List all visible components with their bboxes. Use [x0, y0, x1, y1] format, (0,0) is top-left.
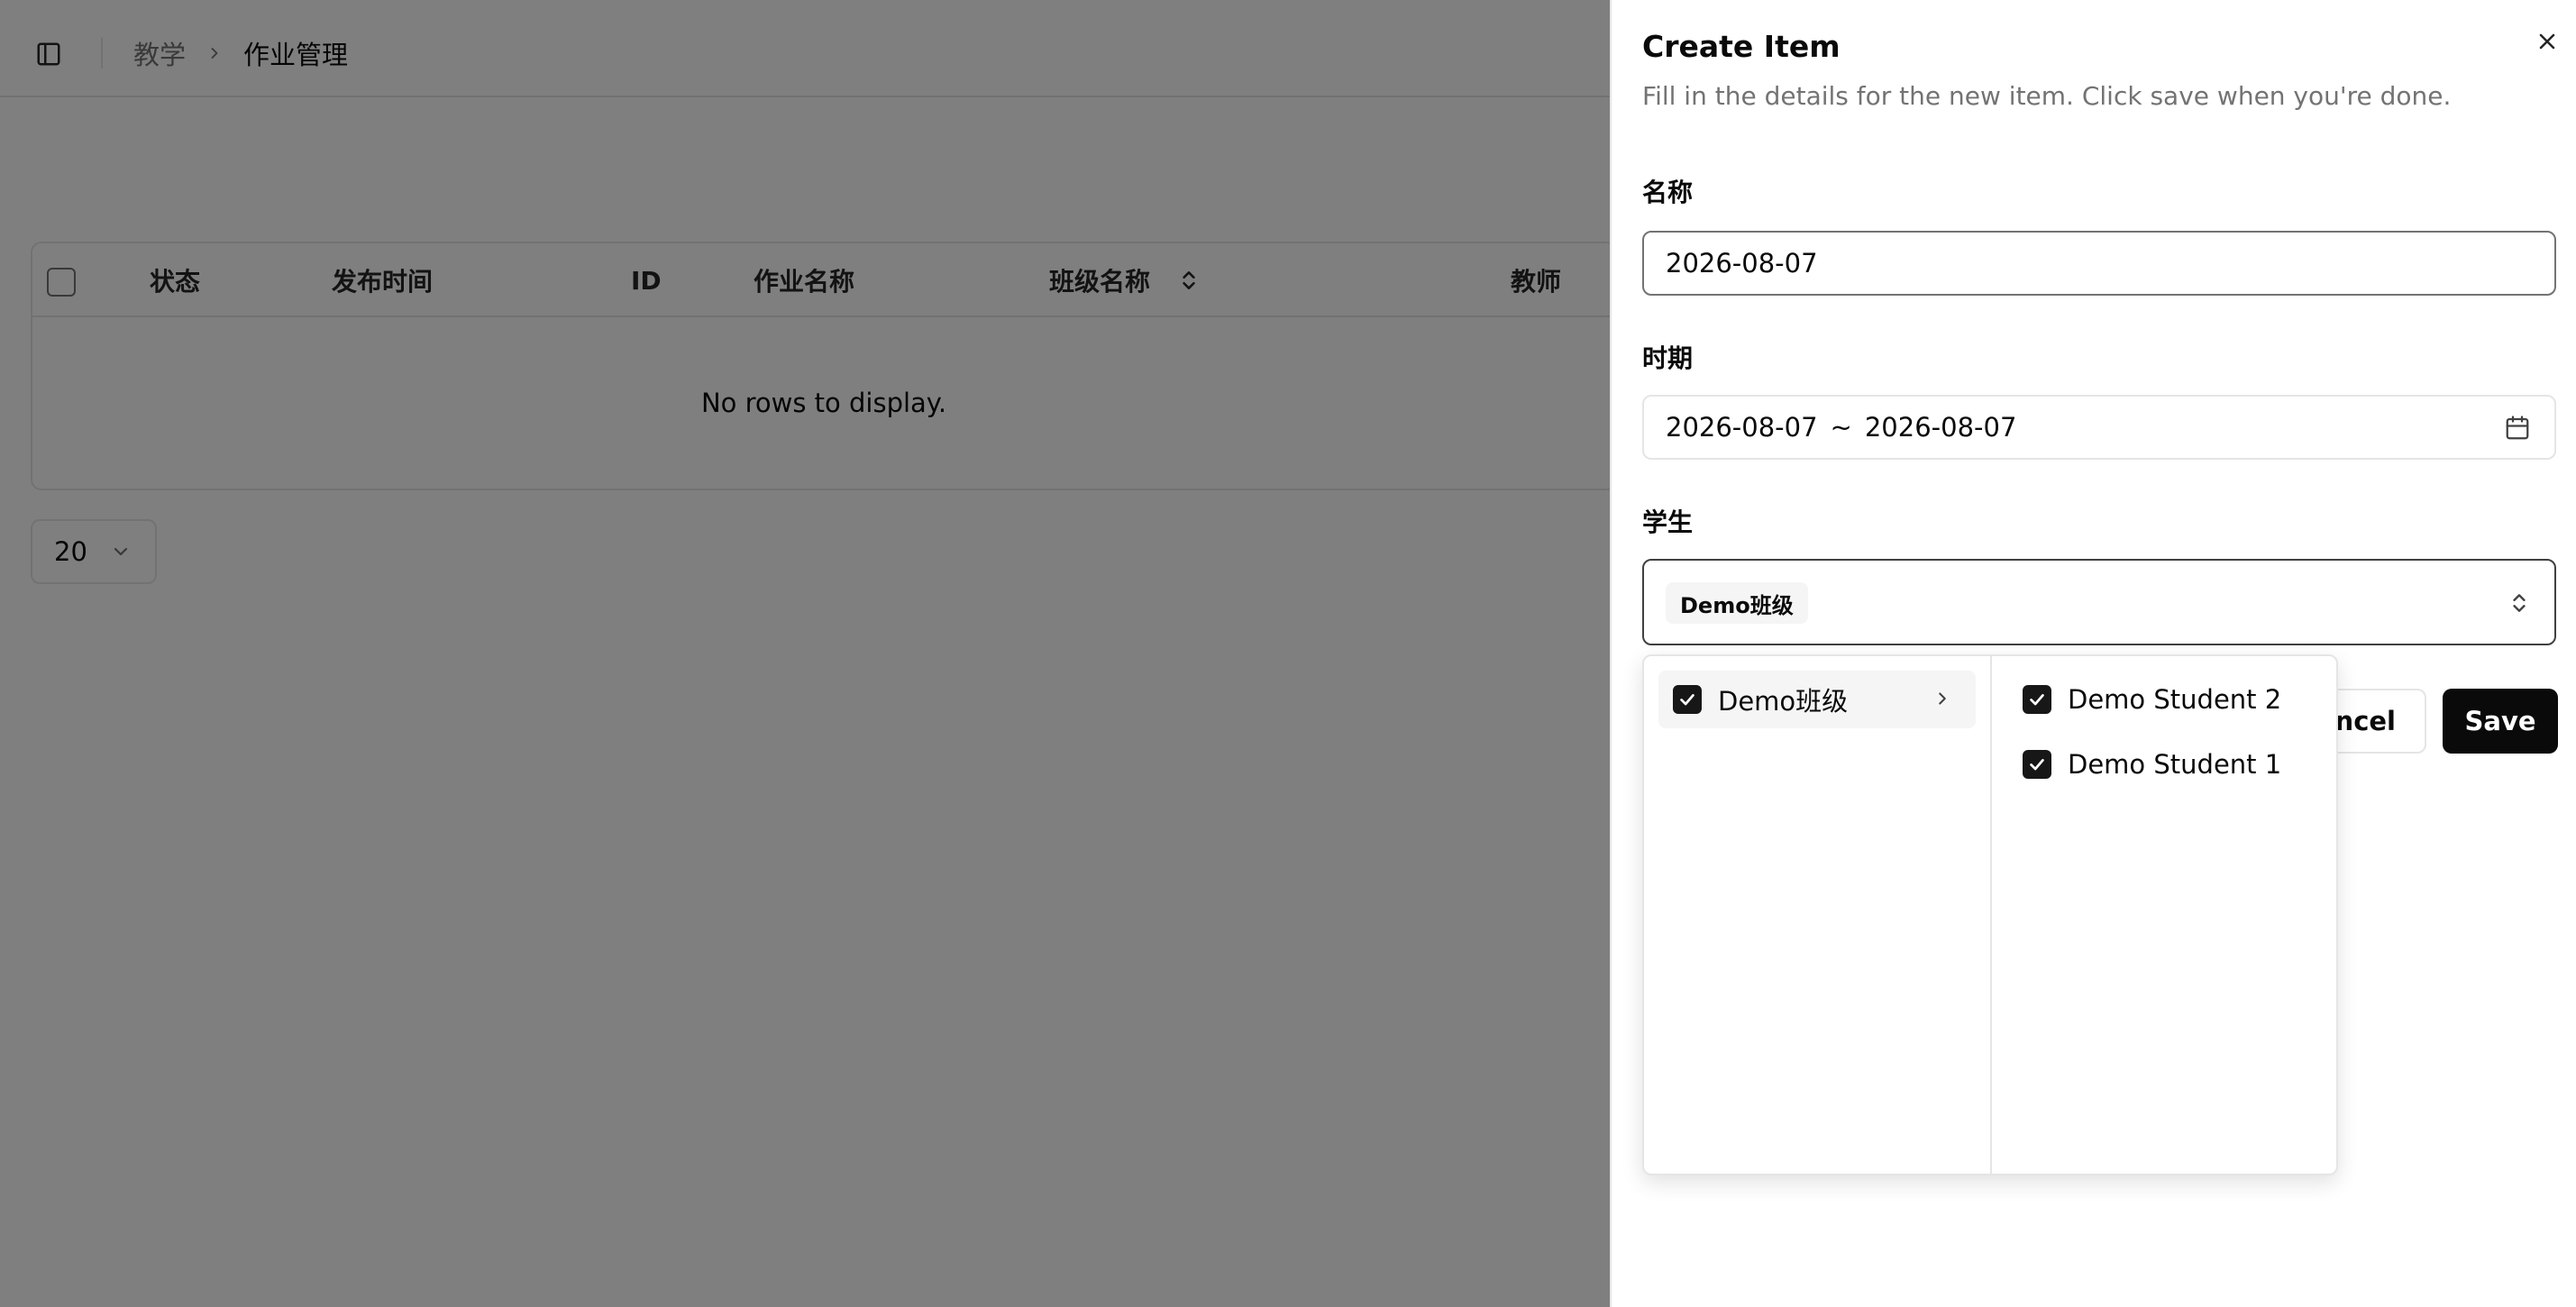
chevrons-up-down-icon	[2507, 588, 2531, 618]
cascader-group-item[interactable]: Demo班级	[1658, 671, 1976, 728]
cascader-option-label: Demo Student 1	[2068, 749, 2282, 780]
period-separator: ~	[1830, 412, 1852, 443]
period-end: 2026-08-07	[1864, 412, 2017, 443]
sheet-title: Create Item	[1642, 29, 1841, 64]
period-label: 时期	[1642, 343, 1694, 373]
students-select[interactable]: Demo班级	[1642, 559, 2556, 645]
cascader-option-item[interactable]: Demo Student 2	[2008, 671, 2325, 728]
name-label: 名称	[1642, 178, 1694, 207]
name-input-value: 2026-08-07	[1666, 248, 1818, 279]
students-cascader-dropdown: Demo班级 Demo Student 2 Demo Student 1	[1642, 654, 2338, 1175]
cascader-divider	[1990, 656, 1992, 1174]
period-range-picker[interactable]: 2026-08-07 ~ 2026-08-07	[1642, 395, 2556, 460]
cascader-group-label: Demo班级	[1718, 686, 1849, 717]
period-start: 2026-08-07	[1666, 412, 1818, 443]
chevron-right-icon	[1932, 689, 1952, 708]
checkbox-checked-icon[interactable]	[2023, 750, 2051, 779]
cascader-option-item[interactable]: Demo Student 1	[2008, 736, 2325, 793]
calendar-icon[interactable]	[2504, 415, 2531, 442]
selected-class-tag: Demo班级	[1666, 582, 1808, 624]
students-label: 学生	[1642, 507, 1694, 537]
name-input[interactable]: 2026-08-07	[1642, 231, 2556, 296]
close-icon[interactable]	[2529, 23, 2565, 59]
cascader-option-label: Demo Student 2	[2068, 684, 2282, 715]
sheet-description: Fill in the details for the new item. Cl…	[1642, 81, 2452, 111]
save-button[interactable]: Save	[2443, 689, 2558, 754]
checkbox-checked-icon[interactable]	[1673, 685, 1702, 714]
checkbox-checked-icon[interactable]	[2023, 685, 2051, 714]
